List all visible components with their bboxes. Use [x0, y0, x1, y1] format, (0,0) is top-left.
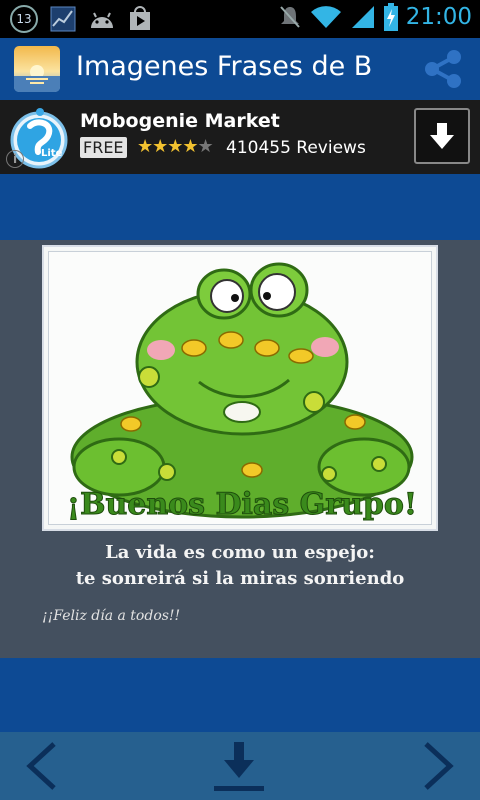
wifi-icon — [310, 6, 341, 29]
app-title: Imagenes Frases de B — [76, 51, 373, 82]
image-signature: ¡¡Feliz día a todos!! — [42, 608, 181, 624]
greeting-image[interactable]: ¡Buenos Dias Grupo! — [42, 245, 438, 531]
play-store-icon — [130, 6, 150, 30]
next-button[interactable] — [418, 740, 458, 792]
caption-line-2: te sonreirá si la miras sonriendo — [75, 568, 405, 589]
ad-info-icon[interactable]: i — [6, 150, 24, 168]
notification-count-badge: 13 — [10, 5, 38, 33]
sunset-icon — [14, 46, 60, 92]
status-bar: 13 21:00 — [0, 0, 480, 38]
clock: 21:00 — [405, 4, 472, 30]
ad-reviews-count: 410455 Reviews — [226, 138, 366, 158]
caption-line-1: La vida es como un espejo: — [105, 542, 375, 563]
battery-charging-icon — [383, 3, 398, 31]
app-icon[interactable] — [14, 46, 60, 92]
ad-banner[interactable]: Lite i Mobogenie Market FREE ★★★★★ 41045… — [0, 100, 480, 174]
previous-button[interactable] — [22, 740, 62, 792]
mute-icon — [279, 6, 300, 28]
download-button[interactable] — [206, 738, 272, 796]
ad-rating-stars: ★★★★★ — [137, 136, 214, 157]
ad-title: Mobogenie Market — [80, 110, 280, 132]
bottom-navigation — [0, 732, 480, 800]
image-caption: La vida es como un espejo: te sonreirá s… — [0, 540, 480, 592]
chart-icon — [50, 6, 76, 32]
action-bar: Imagenes Frases de B — [0, 38, 480, 100]
ad-free-label: FREE — [80, 137, 127, 158]
image-headline: ¡Buenos Dias Grupo! — [67, 487, 417, 522]
share-button[interactable] — [420, 46, 466, 92]
share-icon — [425, 50, 461, 88]
chevron-left-icon — [26, 742, 56, 790]
android-icon — [91, 12, 113, 28]
content-card: ¡Buenos Dias Grupo! La vida es como un e… — [0, 240, 480, 658]
download-arrow-icon — [430, 123, 454, 149]
frog-illustration: ¡Buenos Dias Grupo! — [66, 262, 418, 523]
download-icon — [214, 742, 264, 791]
signal-icon — [351, 6, 374, 28]
ad-badge-label: Lite — [41, 148, 63, 159]
app-screen: 13 21:00 Imagenes Frases de B Lite i Mob… — [0, 0, 480, 800]
ad-download-button[interactable] — [414, 108, 470, 164]
chevron-right-icon — [424, 742, 454, 790]
